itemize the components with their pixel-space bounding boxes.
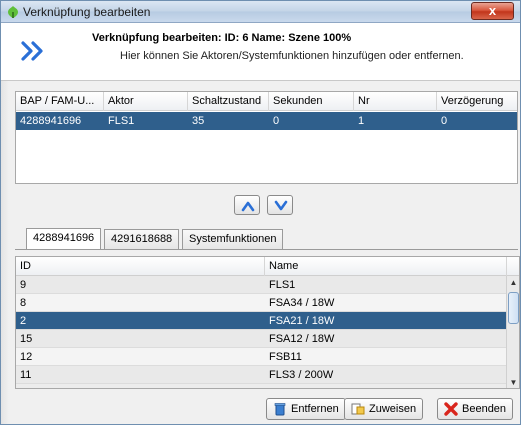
- cell-bap: 4288941696: [20, 115, 82, 127]
- column-header-sekunden[interactable]: Sekunden: [269, 92, 354, 111]
- left-border: [1, 81, 9, 424]
- vertical-scrollbar[interactable]: ▲ ▼: [506, 276, 519, 388]
- devices-table[interactable]: ID Name 9 FLS1 8 FSA34 / 18W 2 FSA21 / 1…: [15, 256, 520, 389]
- column-header-aktor[interactable]: Aktor: [104, 92, 188, 111]
- dialog-header: Verknüpfung bearbeiten: ID: 6 Name: Szen…: [1, 23, 520, 81]
- header-title: Verknüpfung bearbeiten: ID: 6 Name: Szen…: [92, 32, 352, 44]
- scroll-up-arrow-icon[interactable]: ▲: [507, 276, 519, 289]
- cell-sekunden: 0: [273, 115, 280, 127]
- cell-name: FSA21 / 18W: [269, 315, 335, 327]
- title-bar[interactable]: Verknüpfung bearbeiten x: [1, 1, 520, 23]
- table-row[interactable]: 12 FSB11: [16, 348, 507, 366]
- cell-name: FLS1: [269, 279, 296, 291]
- table-row[interactable]: 2 FSA21 / 18W: [16, 312, 507, 330]
- assign-icon: [351, 403, 365, 415]
- table-row[interactable]: 4288941696 FLS1 35 0 1 0: [16, 112, 517, 130]
- chevron-down-icon: [274, 200, 288, 211]
- tab-divider: [15, 249, 518, 250]
- trash-can-icon: [274, 403, 286, 416]
- header-subtitle: Hier können Sie Aktoren/Systemfunktionen…: [120, 50, 464, 62]
- links-table[interactable]: BAP / FAM-U... Aktor Schaltzustand Sekun…: [15, 91, 518, 184]
- red-x-icon: [444, 402, 458, 416]
- cell-id: 11: [20, 369, 32, 381]
- devices-table-header: ID Name: [16, 257, 519, 276]
- tab-4291618688[interactable]: 4291618688: [104, 229, 180, 249]
- cell-name: FSA12 / 18W: [269, 333, 335, 345]
- column-header-name[interactable]: Name: [265, 257, 507, 276]
- cell-schaltzustand: 35: [192, 115, 205, 127]
- cell-id: 8: [20, 297, 27, 309]
- assign-button[interactable]: Zuweisen: [344, 398, 424, 420]
- app-icon: [8, 6, 18, 18]
- chevron-up-icon: [241, 201, 255, 212]
- tab-4288941696[interactable]: 4288941696: [26, 228, 102, 250]
- links-table-header: BAP / FAM-U... Aktor Schaltzustand Sekun…: [16, 92, 517, 111]
- quit-button-label: Beenden: [462, 403, 507, 415]
- dialog-window: Verknüpfung bearbeiten x Verknüpfung bea…: [0, 0, 521, 425]
- window-title: Verknüpfung bearbeiten: [23, 5, 151, 19]
- close-button[interactable]: x: [471, 2, 514, 20]
- cell-id: 9: [20, 279, 27, 291]
- cell-id: 12: [20, 351, 33, 363]
- tab-systemfunktionen[interactable]: Systemfunktionen: [182, 229, 284, 249]
- double-chevron-right-icon: [21, 41, 43, 61]
- cell-id: 15: [20, 333, 33, 345]
- move-up-button[interactable]: [234, 195, 260, 215]
- column-header-schaltzustand[interactable]: Schaltzustand: [188, 92, 269, 111]
- table-row[interactable]: 9 FLS1: [16, 276, 507, 294]
- scroll-thumb[interactable]: [508, 292, 519, 324]
- cell-aktor: FLS1: [108, 115, 135, 127]
- column-header-id[interactable]: ID: [16, 257, 265, 276]
- cell-name: FSB11: [269, 351, 302, 363]
- cell-name: FLS3 / 200W: [269, 369, 334, 381]
- cell-verzoegerung: 0: [441, 115, 448, 127]
- table-row[interactable]: 15 FSA12 / 18W: [16, 330, 507, 348]
- remove-button[interactable]: Entfernen: [266, 398, 346, 420]
- assign-button-label: Zuweisen: [369, 403, 417, 415]
- move-down-button[interactable]: [267, 195, 293, 215]
- table-row[interactable]: 11 FLS3 / 200W: [16, 366, 507, 384]
- column-header-bap[interactable]: BAP / FAM-U...: [16, 92, 104, 111]
- scroll-down-arrow-icon[interactable]: ▼: [507, 376, 519, 388]
- cell-nr: 1: [358, 115, 365, 127]
- cell-id: 2: [20, 315, 27, 327]
- quit-button[interactable]: Beenden: [437, 398, 514, 420]
- column-header-nr[interactable]: Nr: [354, 92, 437, 111]
- cell-name: FSA34 / 18W: [269, 297, 335, 309]
- column-header-verzoegerung[interactable]: Verzögerung: [437, 92, 519, 111]
- table-row[interactable]: 8 FSA34 / 18W: [16, 294, 507, 312]
- remove-button-label: Entfernen: [291, 403, 339, 415]
